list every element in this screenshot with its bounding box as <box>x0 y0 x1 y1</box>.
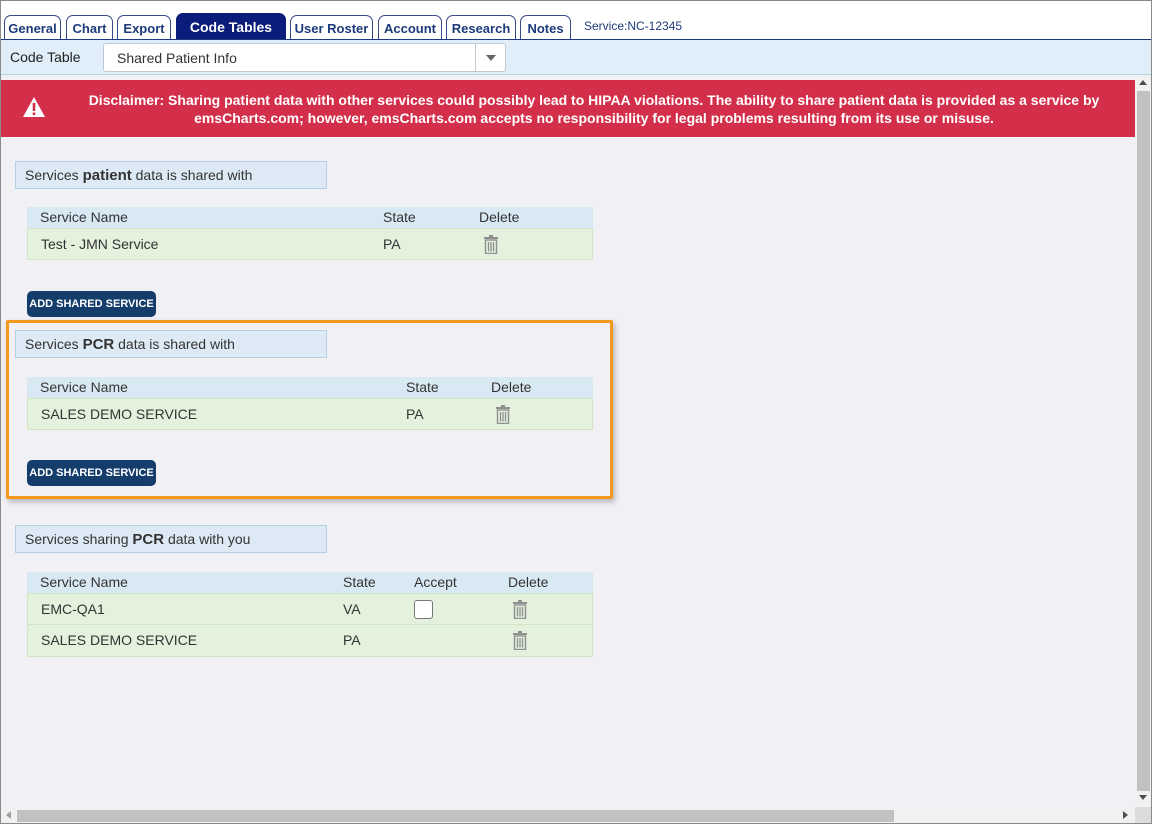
table-row: EMC-QA1 VA <box>27 593 593 625</box>
service-name-cell: Test - JMN Service <box>41 236 159 252</box>
tab-research[interactable]: Research <box>446 15 516 40</box>
disclaimer-text: Disclaimer: Sharing patient data with ot… <box>61 91 1127 127</box>
column-header-delete: Delete <box>491 379 532 395</box>
column-header-state: State <box>343 574 376 590</box>
section-title-bold: PCR <box>132 531 165 548</box>
table-row: SALES DEMO SERVICE PA <box>27 625 593 657</box>
table-header: Service Name State Delete <box>27 377 593 398</box>
horizontal-scroll-thumb[interactable] <box>17 810 894 822</box>
sharing-with-you-section-title: Services sharing PCR data with you <box>15 525 327 553</box>
table-row: Test - JMN Service PA <box>27 228 593 260</box>
tab-general[interactable]: General <box>4 15 61 40</box>
state-cell: PA <box>343 632 361 648</box>
trash-icon[interactable] <box>483 235 499 254</box>
section-title-bold: PCR <box>82 336 115 353</box>
section-title-bold: patient <box>82 167 132 184</box>
sharing-with-you-table: Service Name State Accept Delete EMC-QA1… <box>27 572 593 657</box>
vertical-scroll-thumb[interactable] <box>1137 91 1150 791</box>
code-table-bar: Code Table Shared Patient Info <box>1 39 1151 75</box>
tab-export[interactable]: Export <box>117 15 171 40</box>
column-header-delete: Delete <box>479 209 520 225</box>
tab-notes[interactable]: Notes <box>520 15 571 40</box>
scroll-down-icon[interactable] <box>1139 795 1147 800</box>
column-header-accept: Accept <box>414 574 457 590</box>
patient-shared-section-title: Services patient data is shared with <box>15 161 327 189</box>
add-shared-service-button-patient[interactable]: ADD SHARED SERVICE <box>27 291 156 317</box>
patient-shared-table: Service Name State Delete Test - JMN Ser… <box>27 207 593 260</box>
column-header-state: State <box>383 209 416 225</box>
disclaimer-banner: Disclaimer: Sharing patient data with ot… <box>1 80 1135 137</box>
add-shared-service-button-pcr[interactable]: ADD SHARED SERVICE <box>27 460 156 486</box>
scroll-up-icon[interactable] <box>1139 80 1147 85</box>
state-cell: PA <box>383 236 401 252</box>
scroll-right-icon[interactable] <box>1123 811 1128 819</box>
select-dropdown-button[interactable] <box>475 44 505 71</box>
scroll-left-icon[interactable] <box>6 811 11 819</box>
tab-account[interactable]: Account <box>378 15 442 40</box>
code-table-selected-value: Shared Patient Info <box>117 50 237 66</box>
tab-bar: General Chart Export Code Tables User Ro… <box>1 1 1151 40</box>
pcr-shared-table: Service Name State Delete SALES DEMO SER… <box>27 377 593 430</box>
section-title-prefix: Services <box>25 167 83 183</box>
pcr-shared-section-title: Services PCR data is shared with <box>15 330 327 358</box>
table-row: SALES DEMO SERVICE PA <box>27 398 593 430</box>
disclaimer-line-2: emsCharts.com; however, emsCharts.com ac… <box>194 110 994 126</box>
column-header-service-name: Service Name <box>40 209 128 225</box>
app-frame: General Chart Export Code Tables User Ro… <box>0 0 1152 824</box>
trash-icon[interactable] <box>512 600 528 619</box>
vertical-scrollbar[interactable] <box>1135 75 1151 809</box>
tab-code-tables[interactable]: Code Tables <box>176 13 286 40</box>
service-name-cell: SALES DEMO SERVICE <box>41 406 198 422</box>
column-header-state: State <box>406 379 439 395</box>
section-title-suffix: data is shared with <box>131 167 253 183</box>
accept-checkbox[interactable] <box>414 600 433 619</box>
service-name-cell: SALES DEMO SERVICE <box>41 632 198 648</box>
horizontal-scrollbar[interactable] <box>1 807 1135 823</box>
column-header-service-name: Service Name <box>40 574 128 590</box>
tab-user-roster[interactable]: User Roster <box>290 15 373 40</box>
tab-chart[interactable]: Chart <box>66 15 113 40</box>
service-id-label: Service:NC-12345 <box>584 19 683 33</box>
state-cell: PA <box>406 406 424 422</box>
trash-icon[interactable] <box>512 631 528 650</box>
table-header: Service Name State Delete <box>27 207 593 228</box>
column-header-delete: Delete <box>508 574 549 590</box>
service-name-cell: EMC-QA1 <box>41 601 105 617</box>
trash-icon[interactable] <box>495 405 511 424</box>
disclaimer-line-1: Disclaimer: Sharing patient data with ot… <box>88 92 1100 108</box>
state-cell: VA <box>343 601 361 617</box>
section-title-prefix: Services <box>25 336 83 352</box>
code-table-select[interactable]: Shared Patient Info <box>103 43 506 72</box>
column-header-service-name: Service Name <box>40 379 128 395</box>
section-title-suffix: data is shared with <box>114 336 235 352</box>
section-title-prefix: Services sharing <box>25 531 133 547</box>
section-title-suffix: data with you <box>164 531 251 547</box>
code-table-label: Code Table <box>10 49 81 65</box>
scrollbar-corner <box>1135 807 1151 823</box>
warning-icon <box>23 97 45 117</box>
chevron-down-icon <box>486 55 496 61</box>
table-header: Service Name State Accept Delete <box>27 572 593 593</box>
